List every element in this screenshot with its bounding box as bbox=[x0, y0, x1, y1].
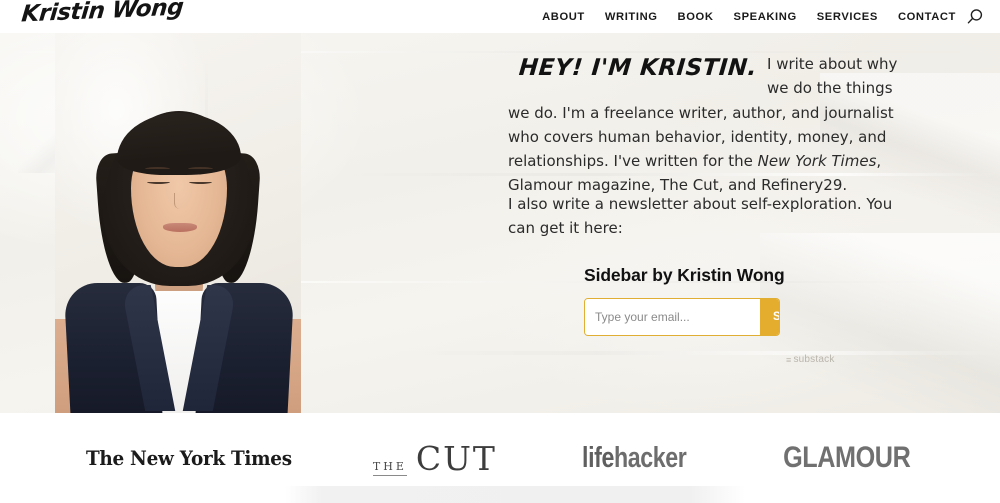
nav-item-services[interactable]: SERVICES bbox=[817, 11, 878, 23]
substack-label: substack bbox=[793, 354, 835, 365]
portrait-photo bbox=[55, 33, 301, 413]
substack-attribution: ≡ substack bbox=[786, 354, 844, 365]
logo-glamour[interactable]: GLAMOUR bbox=[783, 441, 911, 475]
eye-left-closed bbox=[147, 180, 170, 184]
nav-item-speaking[interactable]: SPEAKING bbox=[734, 11, 797, 23]
nav-item-book[interactable]: BOOK bbox=[678, 11, 714, 23]
eyebrow-left bbox=[145, 167, 170, 171]
page-title: HEY! I'M KRISTIN. bbox=[517, 55, 759, 81]
publication-new-york-times: New York Times bbox=[757, 152, 877, 171]
logo-lifehacker-life: life bbox=[581, 441, 614, 474]
nav-item-about[interactable]: ABOUT bbox=[542, 11, 585, 23]
search-icon[interactable] bbox=[966, 8, 984, 26]
subscribe-button[interactable]: Subscribe bbox=[760, 299, 779, 335]
eyebrow-right bbox=[188, 167, 213, 171]
nose bbox=[174, 193, 184, 209]
email-input[interactable] bbox=[585, 299, 760, 335]
site-header: Kristin Wong ABOUT WRITING BOOK SPEAKING… bbox=[0, 0, 1000, 33]
hero-paragraph-2: I also write a newsletter about self-exp… bbox=[508, 195, 893, 238]
nav-item-writing[interactable]: WRITING bbox=[605, 11, 658, 23]
logo-lifehacker[interactable]: lifehacker bbox=[581, 441, 687, 475]
substack-mark-icon: ≡ bbox=[786, 354, 792, 365]
newsletter-signup: Sidebar by Kristin Wong Subscribe ≡ subs… bbox=[584, 265, 844, 365]
nav-item-contact[interactable]: CONTACT bbox=[898, 11, 956, 23]
hero-text-block: HEY! I'M KRISTIN. I write about why we d… bbox=[508, 52, 908, 198]
logo-the-cut[interactable]: THE CUT bbox=[372, 438, 497, 478]
logo-the-cut-the: THE bbox=[372, 460, 407, 476]
site-logo[interactable]: Kristin Wong bbox=[20, 0, 184, 27]
newsletter-title: Sidebar by Kristin Wong bbox=[584, 265, 785, 285]
next-section-strip bbox=[285, 486, 745, 503]
eye-right-closed bbox=[189, 180, 212, 184]
logo-the-cut-word: CUT bbox=[415, 438, 497, 478]
logo-lifehacker-hacker: hacker bbox=[613, 441, 687, 474]
newsletter-form: Subscribe bbox=[584, 298, 780, 336]
page-root: Kristin Wong ABOUT WRITING BOOK SPEAKING… bbox=[0, 0, 1000, 503]
logo-new-york-times[interactable]: The New York Times bbox=[86, 446, 292, 470]
main-navigation: ABOUT WRITING BOOK SPEAKING SERVICES CON… bbox=[542, 0, 956, 33]
mouth bbox=[163, 223, 197, 232]
